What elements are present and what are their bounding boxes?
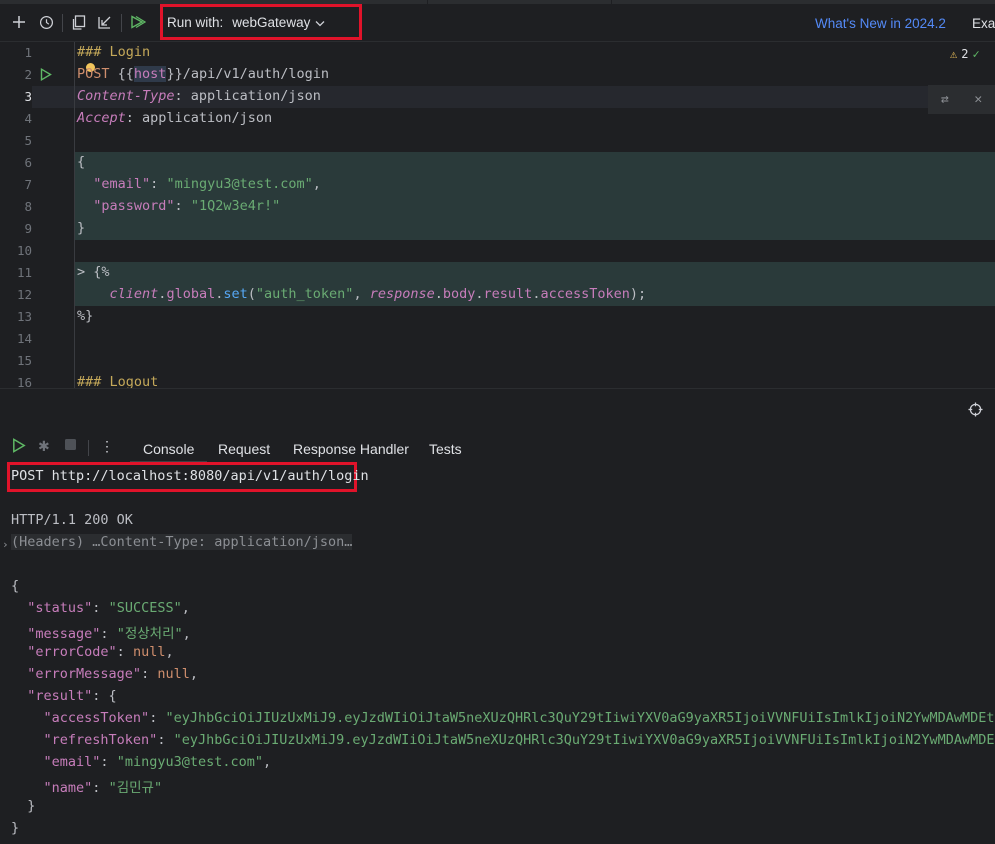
line-number: 13 xyxy=(16,309,32,324)
body-email: "email": "mingyu3@test.com", xyxy=(93,176,321,192)
warning-icon: ⚠ xyxy=(950,47,958,61)
headers-collapsed[interactable]: (Headers) …Content-Type: application/jso… xyxy=(11,534,353,550)
accept-header: Accept: application/json xyxy=(77,110,273,126)
body-close-brace: } xyxy=(77,220,86,236)
warning-count: 2 xyxy=(961,47,969,61)
copy-document-icon[interactable] xyxy=(67,10,91,34)
check-icon: ✓ xyxy=(972,47,980,61)
http-toolbar: Run with: webGateway What's New in 2024.… xyxy=(0,4,995,42)
floating-toolbar: ⇄ ✕ xyxy=(928,85,995,114)
json-result-close: } xyxy=(27,798,36,814)
line-number: 11 xyxy=(16,265,32,280)
console-output[interactable]: POST http://localhost:8080/api/v1/auth/l… xyxy=(0,462,995,844)
line-number: 15 xyxy=(16,353,32,368)
target-icon[interactable] xyxy=(968,402,983,421)
line-number: 5 xyxy=(24,133,32,148)
tab-tests[interactable]: Tests xyxy=(429,441,462,457)
rerun-icon[interactable] xyxy=(12,438,26,456)
line-number: 1 xyxy=(24,45,32,60)
services-tab-bar: ✱ ⋮ Console Request Response Handler Tes… xyxy=(0,432,995,463)
login-comment: ### Login xyxy=(77,44,151,60)
json-result: "result": { xyxy=(27,688,117,704)
line-number: 4 xyxy=(24,111,32,126)
request-line: POST {{host}}/api/v1/auth/login xyxy=(77,66,329,82)
close-icon[interactable]: ✕ xyxy=(974,92,982,107)
line-number: 8 xyxy=(24,199,32,214)
tab-response-handler[interactable]: Response Handler xyxy=(293,441,409,457)
http-request-editor[interactable]: 1 2 3 4 5 6 7 8 9 10 11 12 13 14 15 16 #… xyxy=(0,42,995,388)
environment-value: webGateway xyxy=(232,14,311,30)
json-access-token: "accessToken": "eyJhbGciOiJIUzUxMiJ9.eyJ… xyxy=(43,710,995,726)
json-error-code: "errorCode": null, xyxy=(27,644,174,660)
json-name: "name": "김민규" xyxy=(43,780,163,796)
body-open-brace: { xyxy=(77,154,86,170)
chevron-right-icon[interactable]: › xyxy=(2,538,9,551)
more-options-icon[interactable]: ⋮ xyxy=(100,438,114,455)
import-arrow-icon[interactable] xyxy=(93,10,117,34)
content-type-header: Content-Type: application/json xyxy=(77,88,321,104)
examples-menu[interactable]: Exa xyxy=(972,16,995,31)
line-number: 16 xyxy=(16,375,32,388)
add-request-icon[interactable] xyxy=(7,10,31,34)
convert-request-icon[interactable]: ⇄ xyxy=(941,92,949,107)
json-close-brace: } xyxy=(11,820,20,836)
request-url-line: POST http://localhost:8080/api/v1/auth/l… xyxy=(11,468,369,484)
line-number: 9 xyxy=(24,221,32,236)
run-all-icon[interactable] xyxy=(126,10,150,34)
run-request-icon[interactable] xyxy=(40,67,52,85)
line-number: 10 xyxy=(16,243,32,258)
body-password: "password": "1Q2w3e4r!" xyxy=(93,198,281,214)
run-with-environment-selector[interactable]: Run with: webGateway xyxy=(160,4,362,40)
json-message: "message": "정상처리", xyxy=(27,626,191,642)
tab-request[interactable]: Request xyxy=(218,441,270,457)
script-open: > {% xyxy=(77,264,110,280)
script-close: %} xyxy=(77,308,94,324)
history-clock-icon[interactable] xyxy=(34,10,58,34)
json-error-message: "errorMessage": null, xyxy=(27,666,198,682)
json-status: "status": "SUCCESS", xyxy=(27,600,190,616)
line-number: 14 xyxy=(16,331,32,346)
status-line: HTTP/1.1 200 OK xyxy=(11,512,133,528)
script-body: client.global.set("auth_token", response… xyxy=(109,286,647,302)
json-open-brace: { xyxy=(11,578,20,594)
panel-splitter[interactable] xyxy=(0,388,995,433)
debug-bug-icon[interactable]: ✱ xyxy=(38,438,50,455)
inspection-widget[interactable]: ⚠ 2 ✓ xyxy=(950,47,980,61)
line-number: 12 xyxy=(16,287,32,302)
whats-new-link[interactable]: What's New in 2024.2 xyxy=(815,16,946,31)
chevron-down-icon xyxy=(315,15,325,30)
stop-icon[interactable] xyxy=(64,438,77,454)
logout-comment: ### Logout xyxy=(77,374,159,388)
json-email: "email": "mingyu3@test.com", xyxy=(43,754,272,770)
line-number: 2 xyxy=(24,67,32,82)
line-number: 3 xyxy=(24,89,32,104)
tab-console[interactable]: Console xyxy=(143,441,194,457)
line-number: 6 xyxy=(24,155,32,170)
line-number: 7 xyxy=(24,177,32,192)
json-refresh-token: "refreshToken": "eyJhbGciOiJIUzUxMiJ9.ey… xyxy=(43,732,995,748)
json-body-highlight xyxy=(74,152,995,240)
run-with-label: Run with: xyxy=(167,14,224,30)
